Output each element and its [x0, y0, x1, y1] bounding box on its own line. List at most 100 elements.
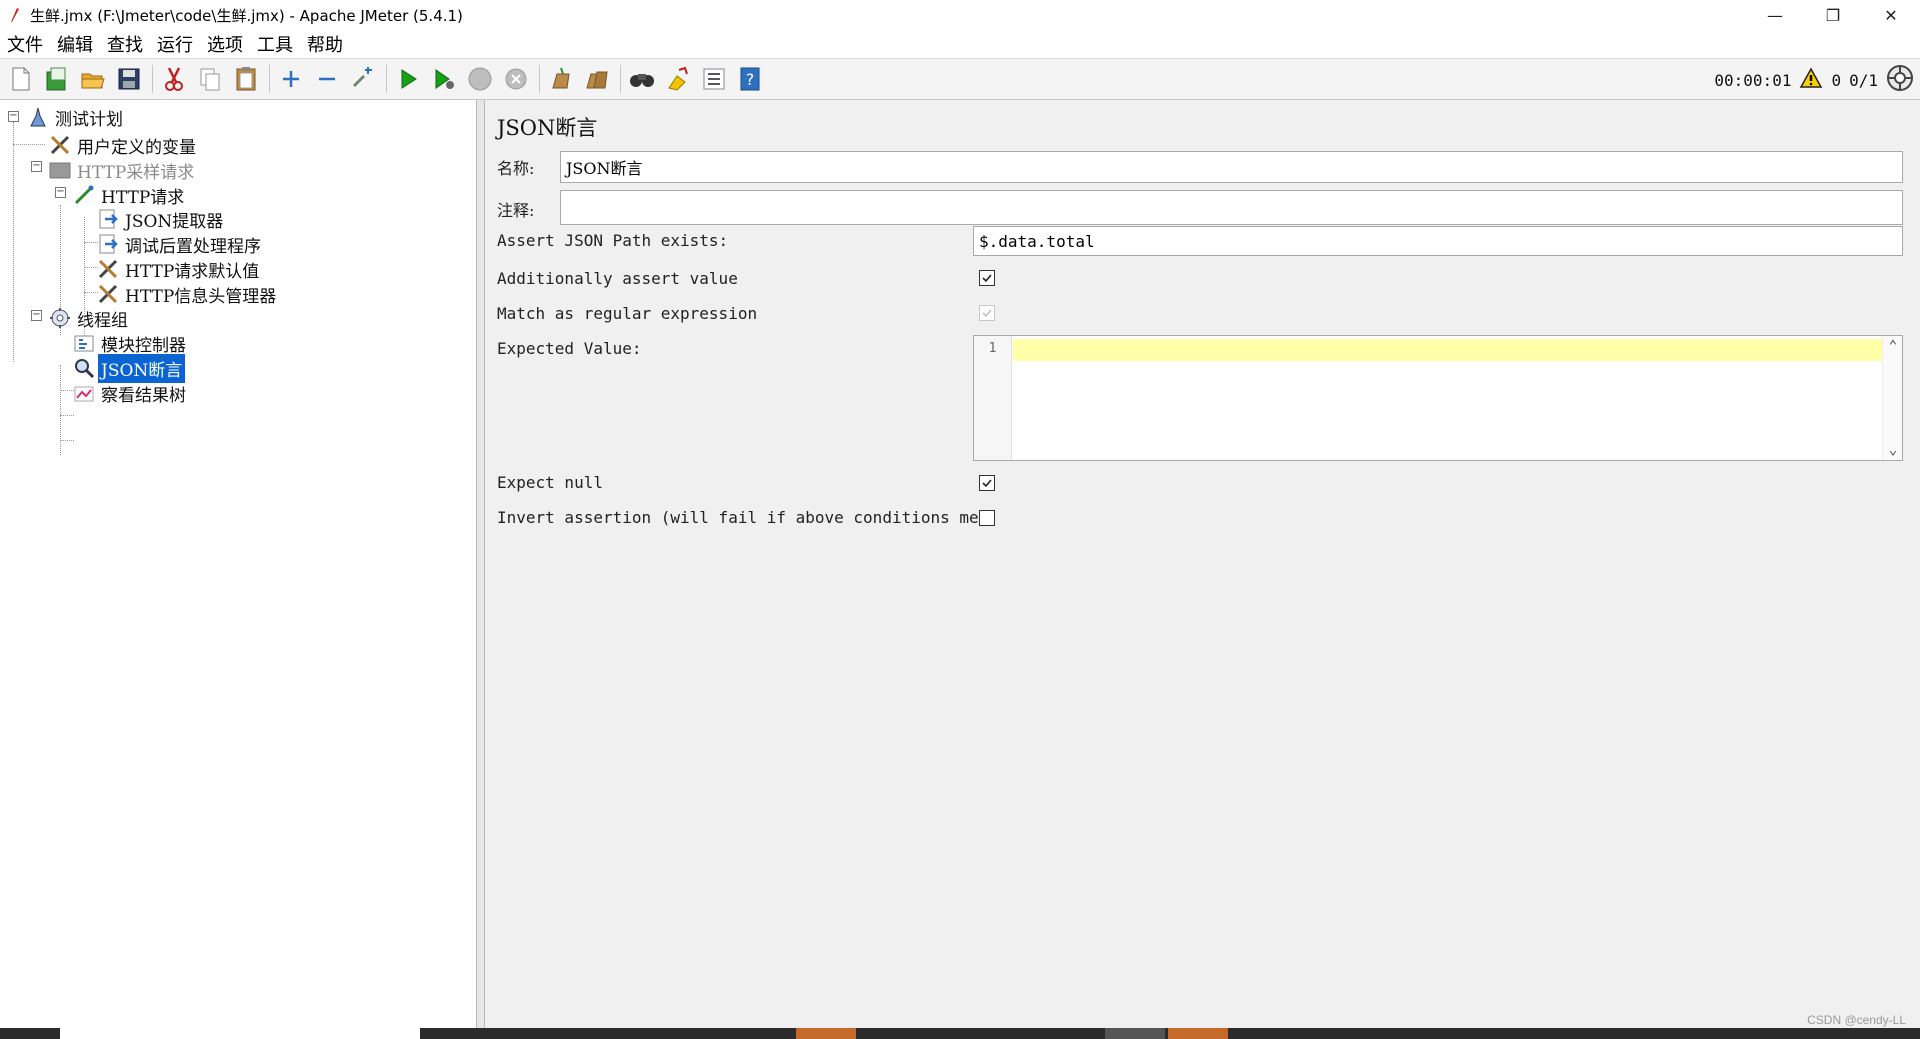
- chevron-down-icon[interactable]: ⌄: [1883, 440, 1903, 460]
- expected-value-editor[interactable]: 1 ⌃ ⌄: [973, 335, 1903, 461]
- menu-options[interactable]: 选项: [200, 31, 250, 57]
- clear-icon[interactable]: [546, 64, 576, 94]
- module-controller-icon: [72, 331, 96, 355]
- new-icon[interactable]: [6, 64, 36, 94]
- editor-current-line[interactable]: [1013, 339, 1883, 361]
- tree-connector: [60, 440, 74, 441]
- taskbar-item[interactable]: [1168, 1028, 1228, 1039]
- shutdown-icon[interactable]: [501, 64, 531, 94]
- panel-title: JSON断言: [497, 116, 598, 140]
- function-helper-icon[interactable]: [699, 64, 729, 94]
- line-number-gutter: 1: [974, 336, 1012, 460]
- maximize-button[interactable]: ❐: [1804, 0, 1862, 30]
- editor-vertical-scrollbar[interactable]: ⌃ ⌄: [1882, 336, 1902, 460]
- toolbar-separator: [152, 65, 153, 93]
- tree-connector: [13, 144, 45, 145]
- comment-label: 注释:: [497, 201, 535, 220]
- window-title: 生鲜.jmx (F:\Jmeter\code\生鲜.jmx) - Apache …: [30, 6, 463, 25]
- listener-icon: [72, 381, 96, 405]
- tree-node-view-results-tree[interactable]: 察看结果树: [72, 379, 189, 407]
- toggle-icon[interactable]: [348, 64, 378, 94]
- expect-null-checkbox[interactable]: [979, 475, 995, 491]
- expect-null-label: Expect null: [497, 473, 603, 492]
- svg-text:?: ?: [746, 70, 755, 89]
- tree-connector: [60, 415, 74, 416]
- stop-icon[interactable]: [465, 64, 495, 94]
- post-processor-icon: [96, 232, 120, 256]
- test-plan-icon: [26, 105, 50, 129]
- chevron-up-icon[interactable]: ⌃: [1883, 336, 1903, 356]
- assertion-icon: [72, 356, 96, 380]
- clear-all-icon[interactable]: [582, 64, 612, 94]
- config-icon: [96, 282, 120, 306]
- test-plan-tree[interactable]: − − − − 测试计划 用户定义的变量 HTTP采样请求 HTTP请求 JSO…: [0, 100, 477, 1028]
- start-no-pause-icon[interactable]: [429, 64, 459, 94]
- reset-search-icon[interactable]: [663, 64, 693, 94]
- expected-value-label: Expected Value:: [497, 339, 642, 358]
- save-icon[interactable]: [114, 64, 144, 94]
- taskbar-item[interactable]: [796, 1028, 856, 1039]
- json-path-label: Assert JSON Path exists:: [497, 231, 729, 250]
- minimize-button[interactable]: —: [1746, 0, 1804, 30]
- thread-group-icon: [48, 306, 72, 330]
- json-assertion-panel: JSON断言 名称: JSON断言 注释: Assert JSON Path e…: [485, 100, 1920, 1028]
- controller-icon: [48, 158, 72, 182]
- collapse-toggle[interactable]: −: [31, 310, 42, 321]
- title-bar: 生鲜.jmx (F:\Jmeter\code\生鲜.jmx) - Apache …: [0, 0, 1920, 30]
- tree-connector: [60, 365, 61, 455]
- toolbar-separator: [269, 65, 270, 93]
- open-icon[interactable]: [78, 64, 108, 94]
- cut-icon[interactable]: [159, 64, 189, 94]
- name-field[interactable]: JSON断言: [560, 151, 1903, 183]
- tree-connector: [13, 122, 14, 362]
- menu-help[interactable]: 帮助: [300, 31, 350, 57]
- remote-status-icon: [1886, 64, 1914, 96]
- taskbar-item[interactable]: [60, 1028, 420, 1039]
- menu-file[interactable]: 文件: [0, 31, 50, 57]
- menu-bar: 文件 编辑 查找 运行 选项 工具 帮助: [0, 30, 1920, 58]
- toolbar-separator: [620, 65, 621, 93]
- name-label: 名称:: [497, 159, 535, 178]
- json-path-field[interactable]: $.data.total: [973, 226, 1903, 256]
- start-icon[interactable]: [393, 64, 423, 94]
- warning-icon[interactable]: [1799, 67, 1823, 93]
- copy-icon[interactable]: [195, 64, 225, 94]
- help-icon[interactable]: ?: [735, 64, 765, 94]
- search-icon[interactable]: [627, 64, 657, 94]
- match-regex-checkbox: [979, 305, 995, 321]
- tree-node-test-plan[interactable]: 测试计划: [26, 103, 126, 131]
- watermark: CSDN @cendy-LL: [1807, 1013, 1906, 1027]
- menu-run[interactable]: 运行: [150, 31, 200, 57]
- collapse-toggle[interactable]: −: [55, 187, 66, 198]
- close-button[interactable]: ✕: [1862, 0, 1920, 30]
- taskbar: [0, 1028, 1920, 1039]
- expand-icon[interactable]: [276, 64, 306, 94]
- comment-field[interactable]: [560, 190, 1903, 225]
- collapse-toggle[interactable]: −: [8, 111, 19, 122]
- invert-assertion-label: Invert assertion (will fail if above con…: [497, 508, 998, 527]
- toolbar-separator: [386, 65, 387, 93]
- taskbar-item[interactable]: [1105, 1028, 1165, 1039]
- config-icon: [96, 257, 120, 281]
- collapse-icon[interactable]: [312, 64, 342, 94]
- templates-icon[interactable]: [42, 64, 72, 94]
- invert-assertion-checkbox[interactable]: [979, 510, 995, 526]
- active-threads: 0/1: [1849, 70, 1878, 90]
- paste-icon[interactable]: [231, 64, 261, 94]
- post-processor-icon: [96, 207, 120, 231]
- panel-splitter[interactable]: [477, 100, 485, 1028]
- sampler-icon: [72, 183, 96, 207]
- toolbar-separator: [539, 65, 540, 93]
- additionally-assert-checkbox[interactable]: [979, 270, 995, 286]
- config-icon: [48, 133, 72, 157]
- match-regex-label: Match as regular expression: [497, 304, 758, 323]
- jmeter-feather-icon: [6, 7, 22, 23]
- warning-count: 0: [1831, 70, 1842, 90]
- additionally-assert-label: Additionally assert value: [497, 269, 738, 288]
- menu-edit[interactable]: 编辑: [50, 31, 100, 57]
- elapsed-timer: 00:00:01: [1714, 70, 1792, 90]
- menu-search[interactable]: 查找: [100, 31, 150, 57]
- collapse-toggle[interactable]: −: [31, 161, 42, 172]
- menu-tools[interactable]: 工具: [250, 31, 300, 57]
- toolbar: ? 00:00:01 0 0/1: [0, 58, 1920, 100]
